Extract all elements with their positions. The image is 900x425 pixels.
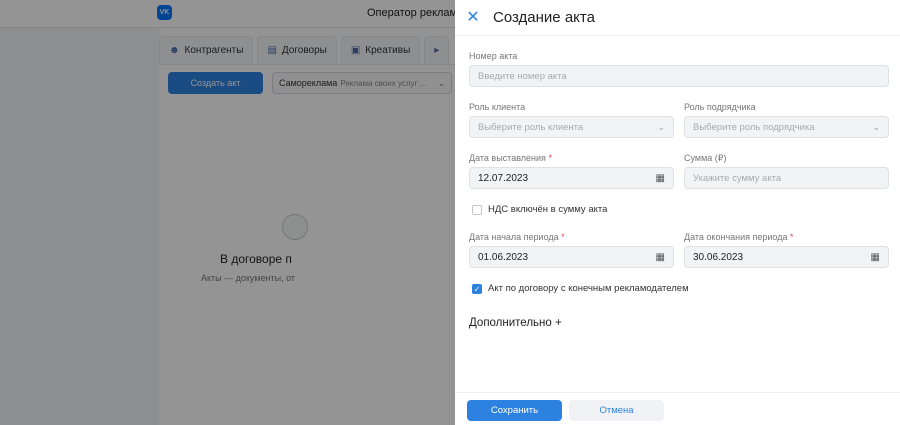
close-icon[interactable]: ✕ (465, 10, 481, 26)
panel-header: ✕ Создание акта (455, 0, 900, 36)
additional-toggle[interactable]: Дополнительно + (469, 317, 562, 329)
period-start-label-text: Дата начала периода (469, 232, 559, 242)
act-number-placeholder: Введите номер акта (478, 70, 567, 82)
chevron-down-icon: ⌄ (872, 121, 880, 132)
required-mark: * (790, 232, 794, 242)
checkmark-icon: ✓ (473, 285, 481, 294)
modal-overlay[interactable] (0, 0, 455, 425)
issue-date-value: 12.07.2023 (478, 172, 529, 184)
client-role-select[interactable]: Выберите роль клиента ⌄ (469, 116, 674, 138)
amount-label: Сумма (₽) (684, 153, 727, 163)
panel-title: Создание акта (493, 9, 595, 26)
period-end-value: 30.06.2023 (693, 251, 744, 263)
save-button[interactable]: Сохранить (467, 400, 562, 421)
period-end-input[interactable]: 30.06.2023 ▦ (684, 246, 889, 268)
calendar-icon[interactable]: ▦ (871, 252, 880, 263)
calendar-icon[interactable]: ▦ (656, 252, 665, 263)
create-act-panel: ✕ Создание акта Номер акта Введите номер… (455, 0, 900, 425)
panel-footer: Сохранить Отмена (455, 392, 900, 425)
act-number-input[interactable]: Введите номер акта (469, 65, 889, 87)
contractor-role-placeholder: Выберите роль подрядчика (693, 121, 815, 133)
amount-placeholder: Укажите сумму акта (693, 172, 782, 184)
calendar-icon[interactable]: ▦ (656, 173, 665, 184)
period-start-value: 01.06.2023 (478, 251, 529, 263)
required-mark: * (548, 153, 552, 163)
period-start-input[interactable]: 01.06.2023 ▦ (469, 246, 674, 268)
client-role-placeholder: Выберите роль клиента (478, 121, 584, 133)
vat-label: НДС включён в сумму акта (488, 204, 608, 215)
vat-checkbox[interactable] (472, 205, 482, 215)
end-advertiser-label: Акт по договору с конечным рекламодателе… (488, 283, 689, 294)
cancel-button[interactable]: Отмена (569, 400, 664, 421)
issue-date-label-text: Дата выставления (469, 153, 546, 163)
period-start-label: Дата начала периода * (469, 232, 565, 242)
issue-date-label: Дата выставления * (469, 153, 552, 163)
period-end-label: Дата окончания периода * (684, 232, 794, 242)
client-role-label: Роль клиента (469, 102, 526, 112)
issue-date-input[interactable]: 12.07.2023 ▦ (469, 167, 674, 189)
period-end-label-text: Дата окончания периода (684, 232, 788, 242)
act-number-label: Номер акта (469, 51, 518, 61)
end-advertiser-checkbox[interactable]: ✓ (472, 284, 482, 294)
amount-input[interactable]: Укажите сумму акта (684, 167, 889, 189)
chevron-down-icon: ⌄ (657, 121, 665, 132)
contractor-role-select[interactable]: Выберите роль подрядчика ⌄ (684, 116, 889, 138)
contractor-role-label: Роль подрядчика (684, 102, 756, 112)
required-mark: * (561, 232, 565, 242)
